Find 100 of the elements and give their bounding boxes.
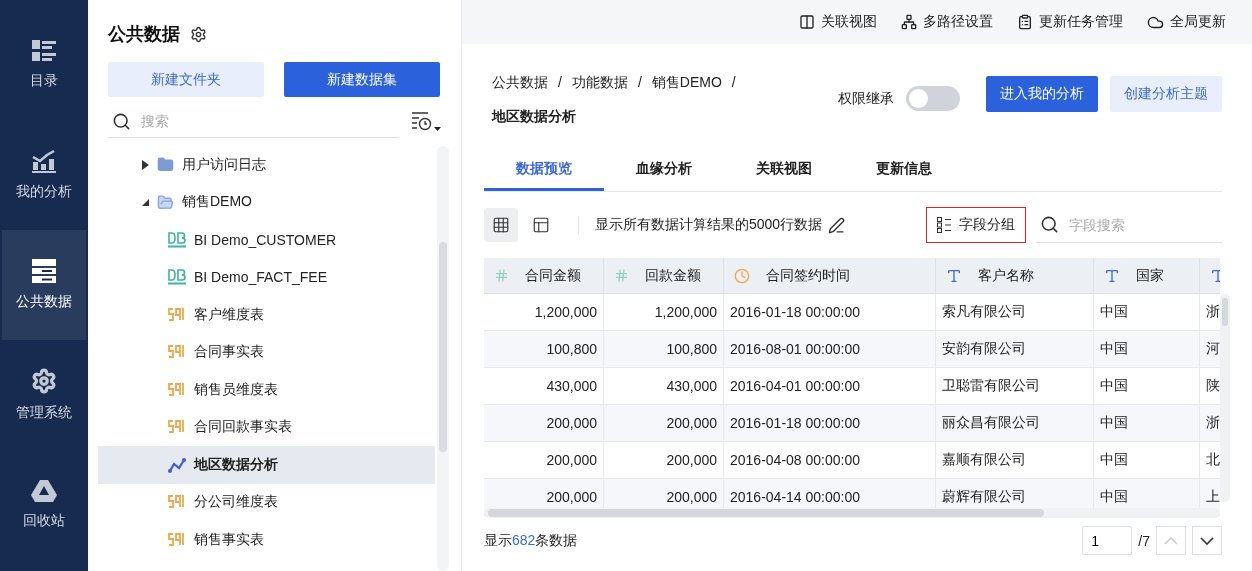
- triangle-icon: [31, 480, 57, 502]
- table-cell: 中国: [1094, 405, 1200, 442]
- text-type-icon: [1104, 267, 1120, 284]
- nav-item[interactable]: 回收站: [2, 450, 86, 560]
- tree-item[interactable]: 销售DEMO: [98, 183, 435, 221]
- search-icon: [112, 112, 131, 131]
- field-search-field[interactable]: 字段搜索: [1036, 207, 1222, 243]
- dataset-title: 地区数据分析: [492, 108, 577, 126]
- sql-icon: [168, 345, 186, 360]
- table-cell: 200,000: [484, 405, 604, 442]
- nav-item[interactable]: 管理系统: [2, 340, 86, 450]
- folder-open-icon: [157, 193, 174, 211]
- breadcrumb-link[interactable]: 公共数据: [492, 74, 548, 92]
- nav-item[interactable]: 公共数据: [2, 230, 86, 340]
- sql-icon: [168, 307, 186, 322]
- breadcrumb-link[interactable]: 销售DEMO: [651, 74, 722, 92]
- create-topic-button[interactable]: 创建分析主题: [1110, 76, 1222, 112]
- toolbar-item[interactable]: 更新任务管理: [1017, 13, 1123, 31]
- search-field[interactable]: 搜索: [108, 105, 399, 138]
- table-cell: 2016-04-08 00:00:00: [724, 442, 936, 479]
- sql-icon: [168, 420, 186, 435]
- new-dataset-button[interactable]: 新建数据集: [284, 62, 440, 97]
- caret-right-icon[interactable]: [142, 159, 149, 170]
- bar-chart-icon: [32, 149, 56, 173]
- caret-down-icon[interactable]: [142, 198, 149, 206]
- tree-item[interactable]: 合同回款事实表: [98, 408, 435, 446]
- line-chart-icon: [168, 456, 186, 473]
- tree-item[interactable]: BI Demo_FACT_FEE: [98, 258, 435, 296]
- column-header[interactable]: 国家: [1094, 258, 1200, 294]
- breadcrumb-separator: /: [558, 74, 562, 92]
- tree-item[interactable]: 分公司维度表: [98, 483, 435, 521]
- server-icon: [32, 259, 56, 283]
- database-table-icon: [168, 269, 186, 286]
- table-cell: 200,000: [604, 405, 724, 442]
- column-header[interactable]: 合同金额: [484, 258, 604, 294]
- edit-icon[interactable]: [828, 216, 846, 234]
- toolbar-item[interactable]: 全局更新: [1147, 13, 1226, 31]
- toolbar-item[interactable]: 关联视图: [799, 13, 877, 31]
- breadcrumb-separator: /: [637, 74, 642, 92]
- page-total: /7: [1138, 532, 1150, 549]
- grid-view-button[interactable]: [484, 208, 518, 242]
- table-cell: 430,000: [484, 368, 604, 405]
- field-group-button[interactable]: 字段分组: [926, 207, 1026, 243]
- chevron-up-icon: [1164, 536, 1178, 545]
- number-type-icon: [614, 268, 629, 283]
- database-table-icon: [168, 231, 186, 248]
- chevron-down-icon: [1200, 536, 1214, 545]
- enter-analysis-button[interactable]: 进入我的分析: [986, 76, 1098, 112]
- table-cell: 2016-08-01 00:00:00: [724, 331, 936, 368]
- settings-icon[interactable]: [190, 25, 207, 43]
- grid-icon: [492, 216, 510, 234]
- clock-icon: [734, 267, 750, 284]
- table-cell: 嘉顺有限公司: [936, 442, 1094, 479]
- gear-icon: [31, 368, 57, 394]
- column-header[interactable]: 回款金额: [604, 258, 724, 294]
- tree-item[interactable]: 地区数据分析: [98, 446, 435, 484]
- horizontal-scrollbar[interactable]: [484, 508, 1220, 518]
- layout-icon: [532, 216, 550, 234]
- table-cell: 200,000: [604, 442, 724, 479]
- clipboard-icon: [1017, 14, 1033, 30]
- tree-item[interactable]: BI Demo_CUSTOMER: [98, 221, 435, 259]
- table-cell: 索凡有限公司: [936, 294, 1094, 331]
- permission-switch[interactable]: [906, 86, 960, 111]
- tree-item[interactable]: 销售员维度表: [98, 371, 435, 409]
- table-cell: 河: [1200, 331, 1220, 368]
- table-cell: 2016-04-01 00:00:00: [724, 368, 936, 405]
- table-cell: 中国: [1094, 331, 1200, 368]
- sql-icon: [168, 382, 186, 397]
- folder-icon: [157, 156, 174, 174]
- toolbar-item[interactable]: 多路径设置: [901, 13, 993, 31]
- tab[interactable]: 关联视图: [724, 150, 844, 191]
- table-cell: 2016-01-18 00:00:00: [724, 405, 936, 442]
- scrollbar[interactable]: [437, 146, 449, 571]
- text-type-icon: [946, 267, 962, 284]
- permission-label: 权限继承: [838, 89, 894, 108]
- page-input[interactable]: 1: [1082, 526, 1133, 555]
- table-cell: 1,200,000: [484, 294, 604, 331]
- tab[interactable]: 数据预览: [484, 150, 604, 191]
- tree-item[interactable]: 合同事实表: [98, 333, 435, 371]
- next-page-button[interactable]: [1192, 526, 1222, 555]
- nav-item[interactable]: 我的分析: [2, 120, 86, 230]
- row-limit-notice: 显示所有数据计算结果的5000行数据: [578, 216, 823, 234]
- column-header[interactable]: 合同签约时间: [724, 258, 936, 294]
- table-cell: 100,800: [484, 331, 604, 368]
- tree-item[interactable]: 销售事实表: [98, 521, 435, 559]
- table-cell: 丽众昌有限公司: [936, 405, 1094, 442]
- tree-item[interactable]: 用户访问日志: [98, 146, 435, 184]
- vertical-scrollbar[interactable]: [1220, 294, 1230, 502]
- table-cell: 浙: [1200, 405, 1220, 442]
- search-icon: [1040, 215, 1059, 234]
- nav-item[interactable]: 目录: [2, 10, 86, 120]
- new-folder-button[interactable]: 新建文件夹: [108, 62, 264, 97]
- sort-filter-icon[interactable]: [411, 110, 441, 133]
- breadcrumb-link[interactable]: 功能数据: [571, 74, 628, 92]
- column-header[interactable]: 客户名称: [936, 258, 1094, 294]
- tab[interactable]: 更新信息: [844, 150, 964, 191]
- tab[interactable]: 血缘分析: [604, 150, 724, 191]
- tree-item[interactable]: 客户维度表: [98, 296, 435, 334]
- number-type-icon: [494, 268, 509, 283]
- table-cell: 200,000: [484, 442, 604, 479]
